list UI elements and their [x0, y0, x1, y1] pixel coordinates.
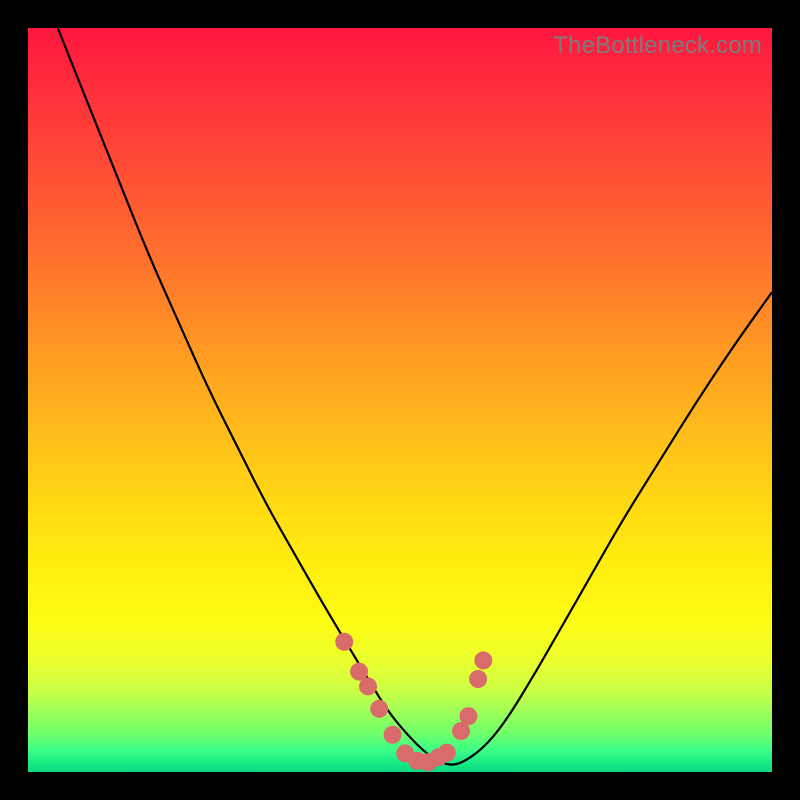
plot-area: TheBottleneck.com — [28, 28, 772, 772]
data-point — [469, 670, 487, 688]
data-point — [459, 707, 477, 725]
bottleneck-curve — [58, 28, 772, 765]
data-point — [370, 700, 388, 718]
data-point — [359, 677, 377, 695]
data-point — [438, 744, 456, 762]
chart-frame: TheBottleneck.com — [0, 0, 800, 800]
data-point — [335, 633, 353, 651]
data-point — [474, 651, 492, 669]
marker-cluster — [335, 633, 492, 772]
overlay-svg — [28, 28, 772, 772]
data-point — [384, 726, 402, 744]
